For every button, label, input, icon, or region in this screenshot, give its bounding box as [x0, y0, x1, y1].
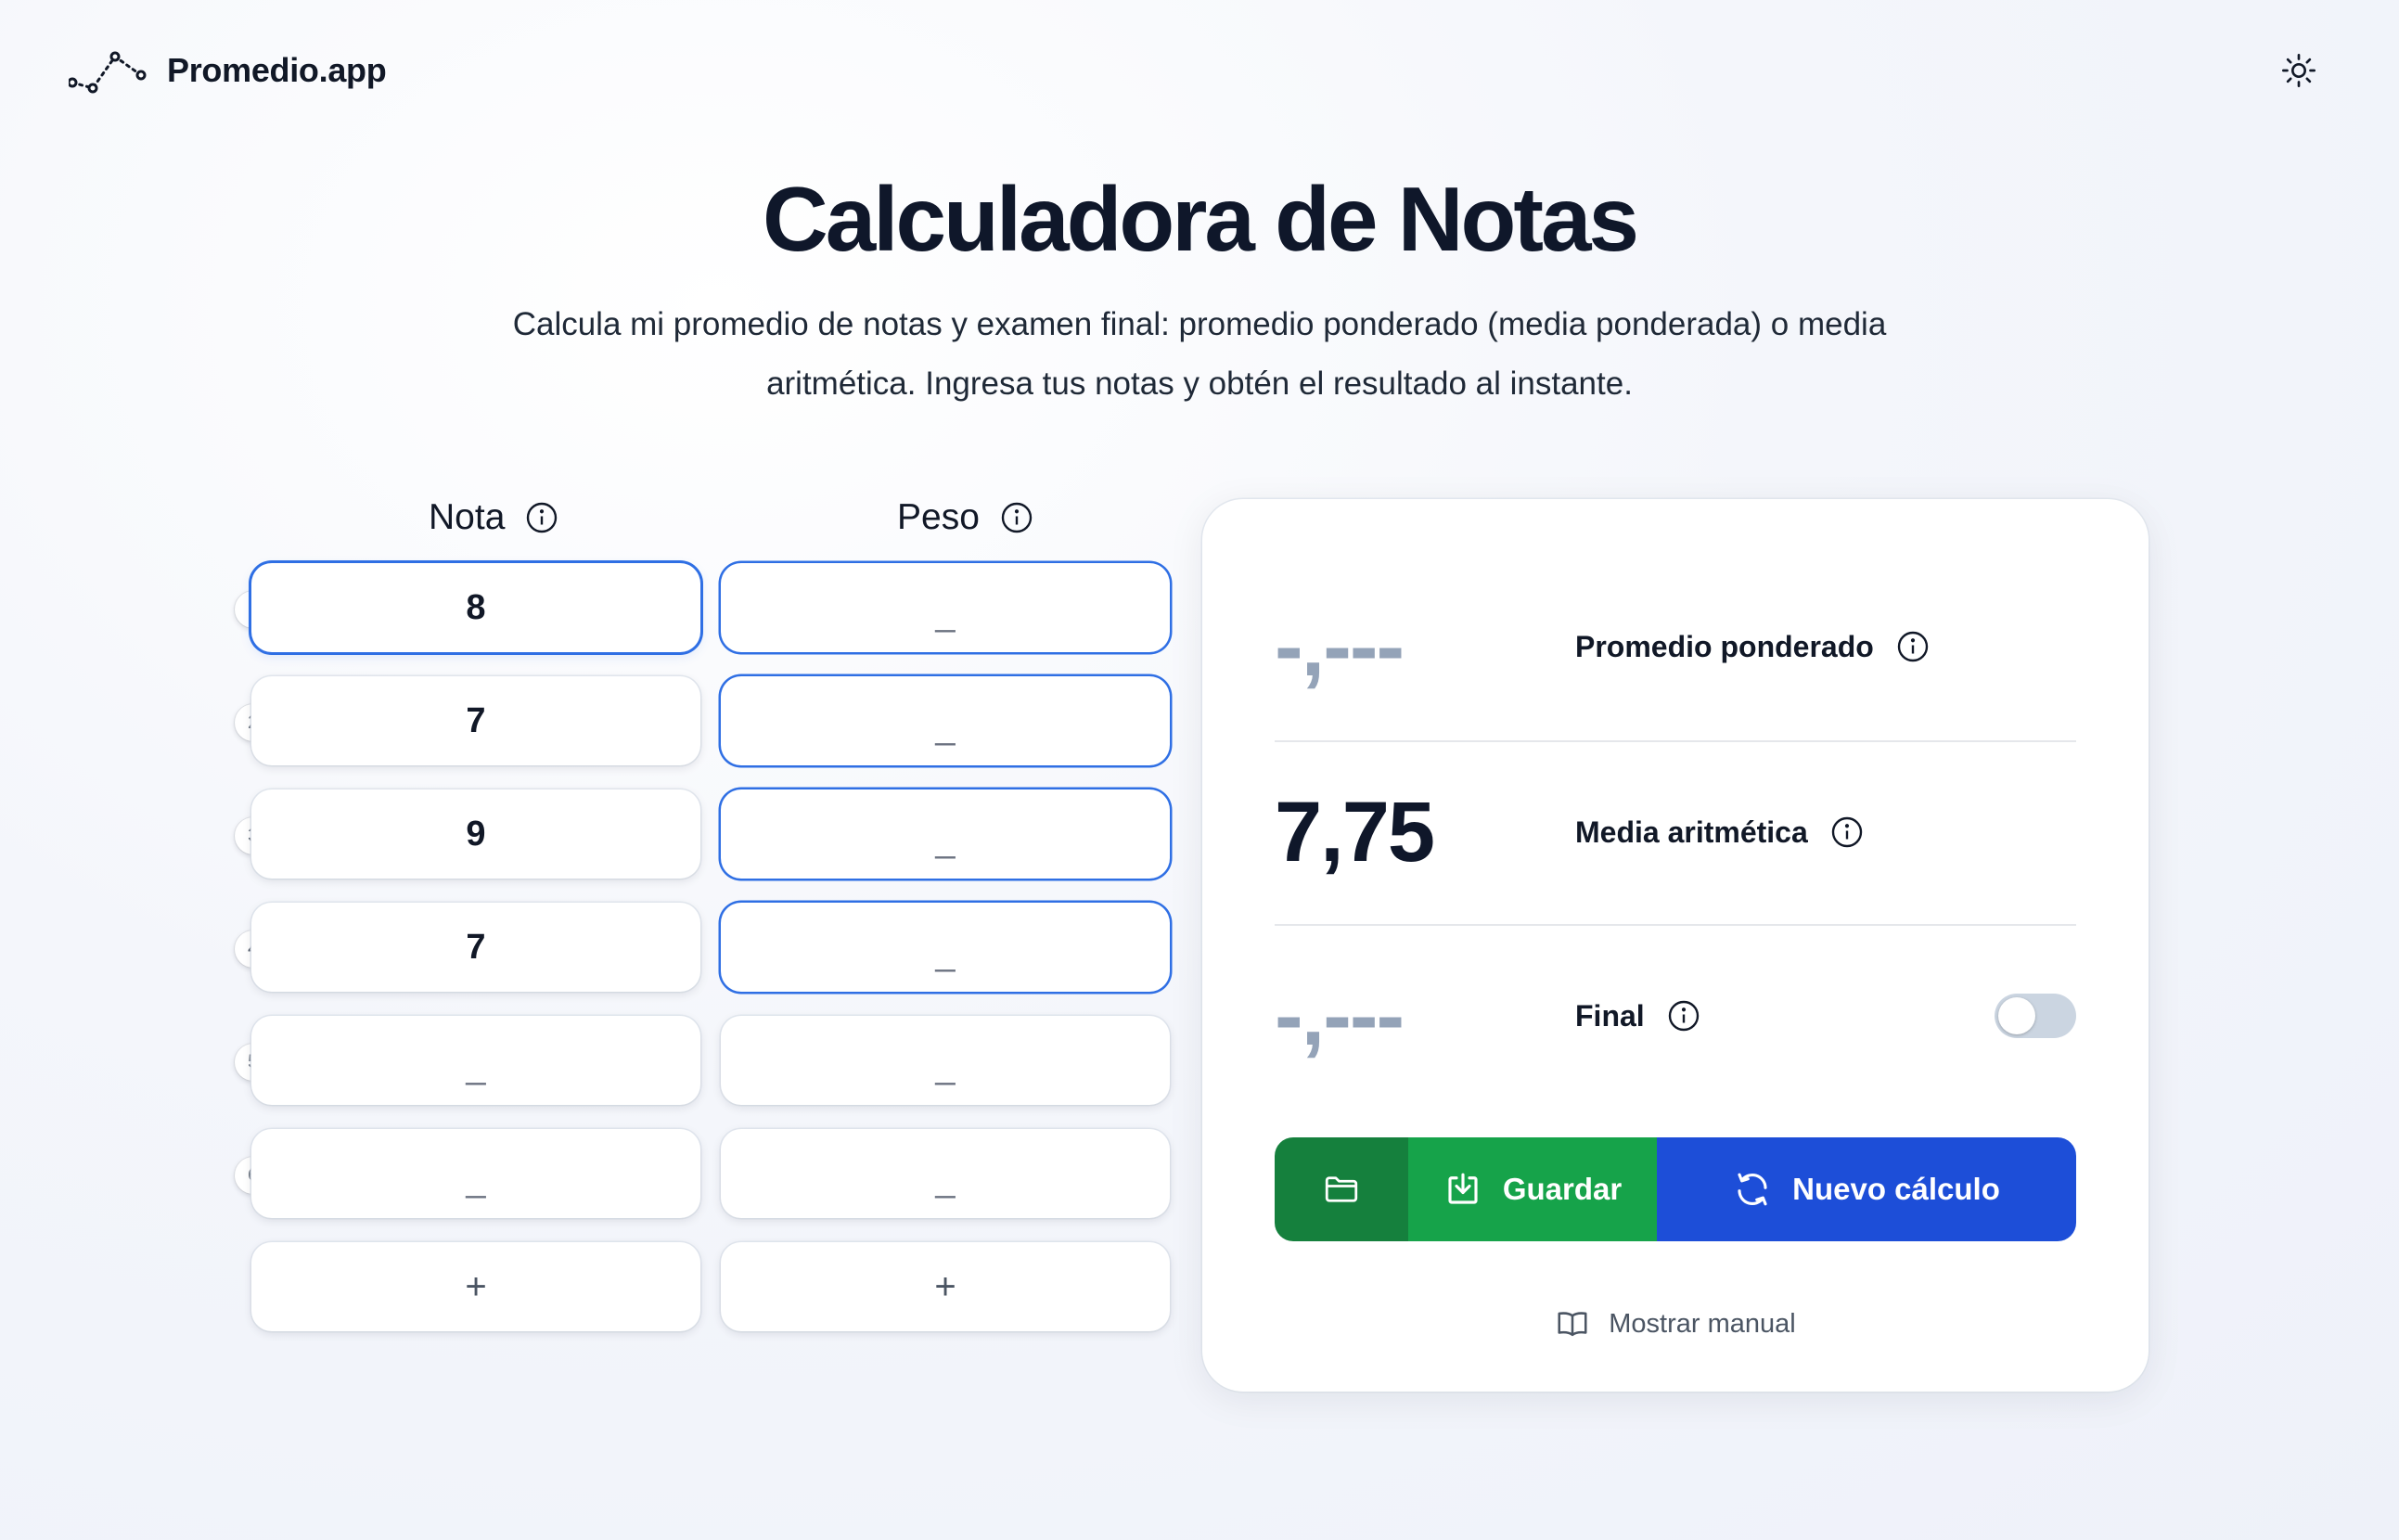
show-manual-link[interactable]: Mostrar manual	[1202, 1306, 2149, 1341]
chart-line-icon	[69, 51, 147, 94]
final-value: -,---	[1275, 968, 1405, 1063]
toggle-knob	[1998, 997, 2035, 1034]
info-icon[interactable]	[1896, 630, 1930, 663]
weighted-average-value: -,---	[1275, 598, 1405, 694]
info-icon[interactable]	[1000, 501, 1033, 534]
nota-input[interactable]: 9	[251, 789, 700, 879]
nota-input[interactable]: 7	[251, 676, 700, 765]
info-icon[interactable]	[525, 501, 558, 534]
weighted-average-row: -,--- Promedio ponderado	[1275, 555, 2076, 738]
final-label: Final	[1575, 999, 1700, 1033]
peso-header-label: Peso	[897, 497, 980, 537]
download-icon	[1448, 1173, 1478, 1204]
arithmetic-mean-value: 7,75	[1275, 784, 1435, 879]
nota-input[interactable]: 8	[251, 563, 700, 652]
open-folder-button[interactable]	[1275, 1137, 1408, 1241]
save-button[interactable]: Guardar	[1408, 1137, 1657, 1241]
folder-icon	[1325, 1176, 1358, 1202]
nota-header-label: Nota	[429, 497, 506, 537]
theme-toggle-button[interactable]	[2277, 48, 2321, 93]
arithmetic-mean-text: Media aritmética	[1575, 815, 1808, 849]
arithmetic-mean-row: 7,75 Media aritmética	[1275, 740, 2076, 924]
refresh-icon	[1738, 1173, 1767, 1206]
add-peso-button[interactable]: +	[721, 1242, 1170, 1331]
top-bar: Promedio.app	[0, 0, 2399, 139]
nota-input[interactable]: _	[251, 1016, 700, 1105]
logo[interactable]: Promedio.app	[69, 46, 387, 95]
peso-input[interactable]: _	[721, 1016, 1170, 1105]
info-icon[interactable]	[1667, 999, 1700, 1033]
nota-column-header: Nota	[429, 492, 558, 544]
peso-input[interactable]: _	[721, 563, 1170, 652]
nota-input[interactable]: 7	[251, 903, 700, 992]
sun-icon	[2282, 54, 2316, 87]
new-calculation-button[interactable]: Nuevo cálculo	[1657, 1137, 2076, 1241]
final-text: Final	[1575, 998, 1645, 1033]
results-card: -,--- Promedio ponderado 7,75 Media arit…	[1202, 499, 2149, 1392]
action-buttons: Guardar Nuevo cálculo	[1275, 1137, 2076, 1241]
arithmetic-mean-label: Media aritmética	[1575, 815, 1864, 850]
final-row: -,--- Final	[1275, 924, 2076, 1108]
app-name: Promedio.app	[167, 51, 387, 89]
add-nota-button[interactable]: +	[251, 1242, 700, 1331]
peso-input[interactable]: _	[721, 789, 1170, 879]
peso-input[interactable]: _	[721, 903, 1170, 992]
book-icon	[1558, 1312, 1587, 1337]
nota-input[interactable]: _	[251, 1129, 700, 1218]
save-button-label: Guardar	[1502, 1172, 1623, 1206]
weighted-average-label: Promedio ponderado	[1575, 630, 1930, 664]
page-subtitle: Calcula mi promedio de notas y examen fi…	[512, 306, 1887, 402]
page-title: Calculadora de Notas	[762, 168, 1639, 270]
new-calculation-label: Nuevo cálculo	[1792, 1172, 2000, 1206]
final-toggle[interactable]	[1995, 994, 2076, 1038]
peso-input[interactable]: _	[721, 1129, 1170, 1218]
peso-input[interactable]: _	[721, 676, 1170, 765]
info-icon[interactable]	[1830, 815, 1864, 849]
show-manual-label: Mostrar manual	[1609, 1308, 1796, 1339]
peso-column-header: Peso	[897, 492, 1033, 544]
weighted-average-text: Promedio ponderado	[1575, 629, 1874, 663]
